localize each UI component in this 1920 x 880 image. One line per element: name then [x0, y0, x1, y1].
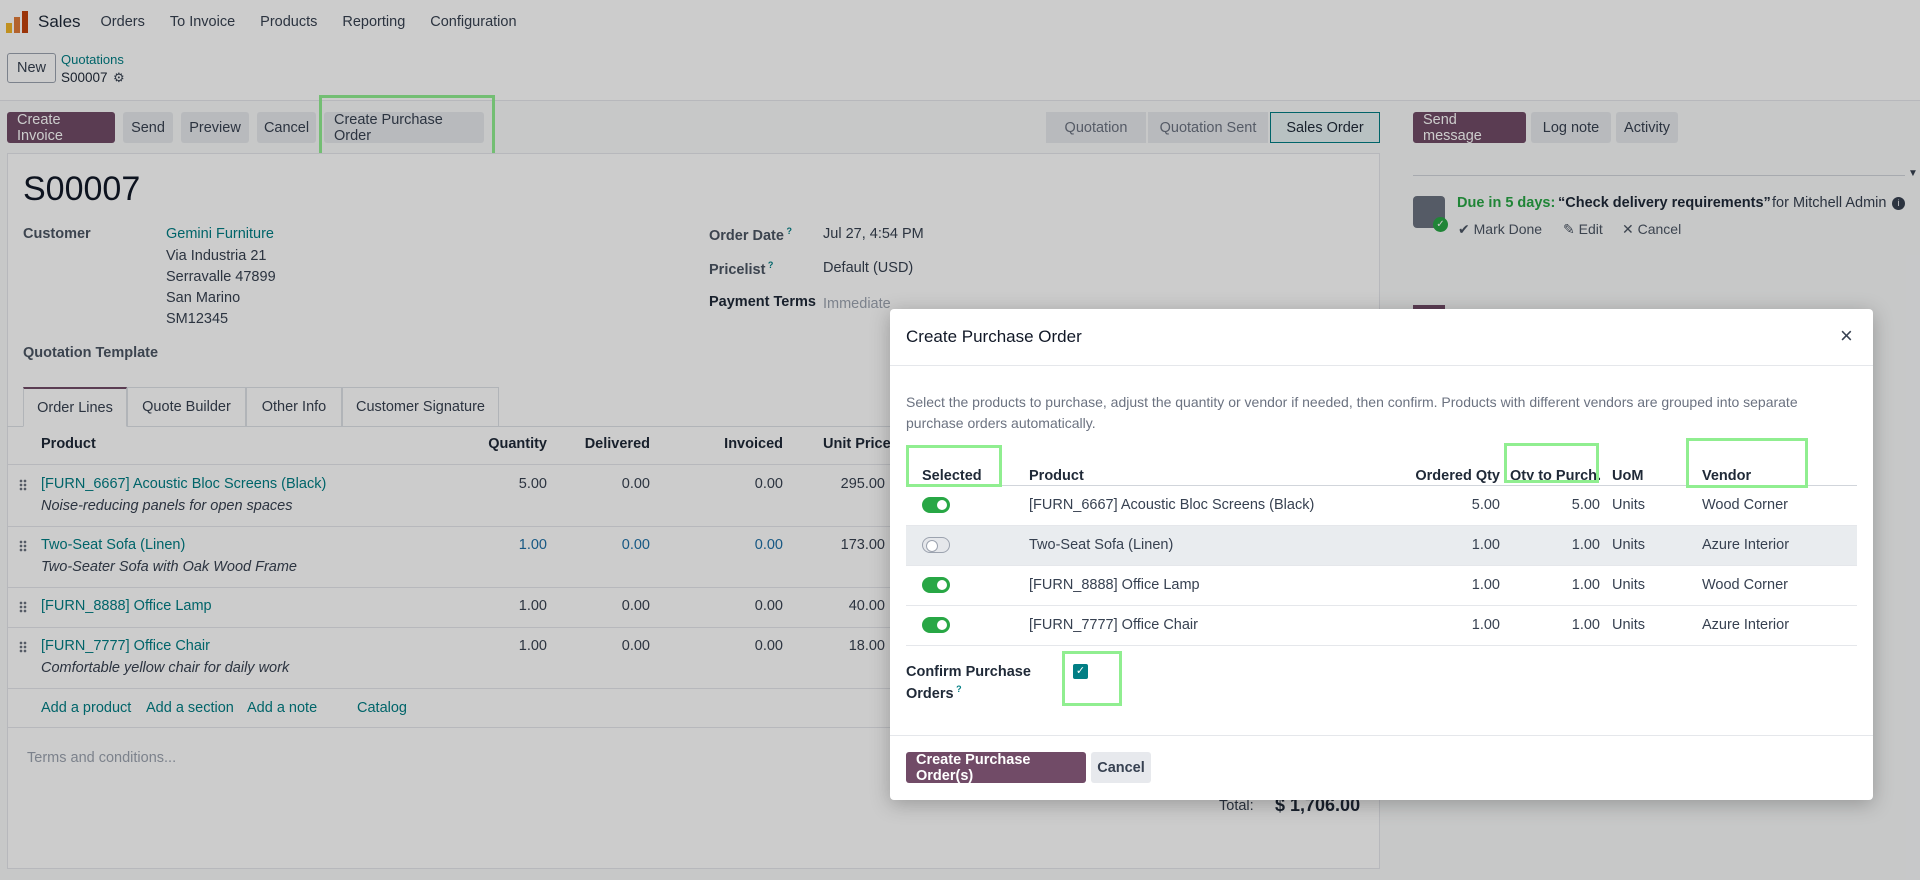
row-ordered-qty: 1.00 — [1471, 577, 1500, 593]
row-uom: Units — [1612, 617, 1646, 633]
row-product: [FURN_6667] Acoustic Bloc Screens (Black… — [1029, 497, 1315, 513]
dialog-cancel-button[interactable]: Cancel — [1091, 752, 1151, 783]
row-vendor[interactable]: Wood Corner — [1702, 497, 1788, 513]
dialog-intro: Select the products to purchase, adjust … — [906, 394, 1798, 431]
row-vendor[interactable]: Wood Corner — [1702, 577, 1788, 593]
selected-toggle[interactable] — [922, 497, 950, 513]
col-ordered-qty[interactable]: Ordered Qty — [1400, 468, 1500, 484]
highlight-box — [906, 445, 1002, 487]
row-ordered-qty: 1.00 — [1471, 617, 1500, 633]
dialog-title: Create Purchase Order — [906, 327, 1082, 346]
col-uom[interactable]: UoM — [1612, 468, 1643, 484]
row-uom: Units — [1612, 577, 1646, 593]
row-product: [FURN_7777] Office Chair — [1029, 617, 1198, 633]
row-uom: Units — [1612, 497, 1646, 513]
row-qty-to-purchase[interactable]: 1.00 — [1510, 577, 1600, 593]
dialog-footer-divider — [890, 735, 1873, 736]
close-icon[interactable]: × — [1840, 323, 1853, 349]
col-product[interactable]: Product — [1029, 468, 1084, 484]
confirm-po-label-line2: Orders ? — [906, 684, 962, 702]
row-ordered-qty: 1.00 — [1471, 537, 1500, 553]
row-qty-to-purchase[interactable]: 1.00 — [1510, 537, 1600, 553]
selected-toggle[interactable] — [922, 577, 950, 593]
row-product: Two-Seat Sofa (Linen) — [1029, 537, 1174, 553]
highlight-box — [1062, 651, 1122, 706]
row-product: [FURN_8888] Office Lamp — [1029, 577, 1200, 593]
highlight-box — [1504, 443, 1599, 483]
row-vendor[interactable]: Azure Interior — [1702, 617, 1789, 633]
selected-toggle[interactable] — [922, 617, 950, 633]
dialog-header-divider — [890, 365, 1873, 366]
create-purchase-orders-button[interactable]: Create Purchase Order(s) — [906, 752, 1086, 784]
row-uom: Units — [1612, 537, 1646, 553]
row-qty-to-purchase[interactable]: 5.00 — [1510, 497, 1600, 513]
highlight-box — [1686, 438, 1808, 488]
selected-toggle[interactable] — [922, 537, 950, 553]
row-ordered-qty: 5.00 — [1471, 497, 1500, 513]
confirm-po-label: Confirm Purchase — [906, 664, 1031, 680]
row-vendor[interactable]: Azure Interior — [1702, 537, 1789, 553]
row-qty-to-purchase[interactable]: 1.00 — [1510, 617, 1600, 633]
